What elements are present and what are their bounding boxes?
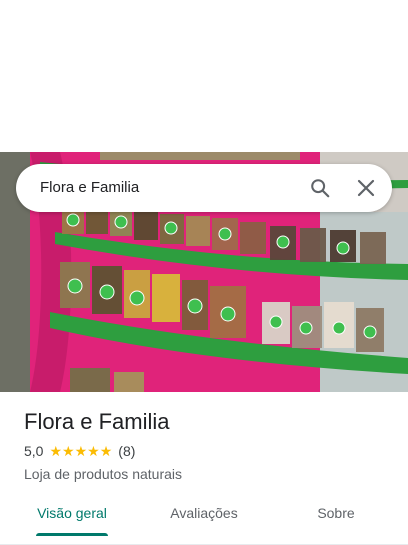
tab-about[interactable]: Sobre (284, 496, 388, 544)
star-icon: ★ (62, 443, 75, 459)
star-icon: ★ (99, 443, 113, 459)
close-icon[interactable] (350, 172, 382, 204)
place-title: Flora e Familia (24, 409, 170, 434)
place-info: Flora e Familia 5,0 ★ ★ ★ ★ ★ (8) Loja d… (0, 392, 408, 492)
place-category: Loja de produtos naturais (24, 466, 182, 482)
tab-reviews[interactable]: Avaliações (152, 496, 256, 544)
search-input[interactable]: Flora e Familia (40, 164, 139, 212)
rating-value: 5,0 (24, 443, 44, 459)
search-bar[interactable]: Flora e Familia (16, 164, 392, 212)
place-tabs: Visão geral Avaliações Sobre (0, 496, 408, 545)
rating-stars: ★ ★ ★ ★ ★ (49, 444, 112, 458)
active-tab-indicator (36, 533, 108, 536)
rating-row[interactable]: 5,0 ★ ★ ★ ★ ★ (8) (24, 443, 135, 459)
star-icon: ★ (49, 443, 63, 459)
search-icon[interactable] (304, 172, 336, 204)
star-icon: ★ (87, 443, 100, 459)
tab-overview[interactable]: Visão geral (20, 496, 124, 544)
map-area-blank (0, 0, 408, 152)
star-icon: ★ (74, 443, 88, 459)
review-count[interactable]: (8) (118, 443, 135, 459)
